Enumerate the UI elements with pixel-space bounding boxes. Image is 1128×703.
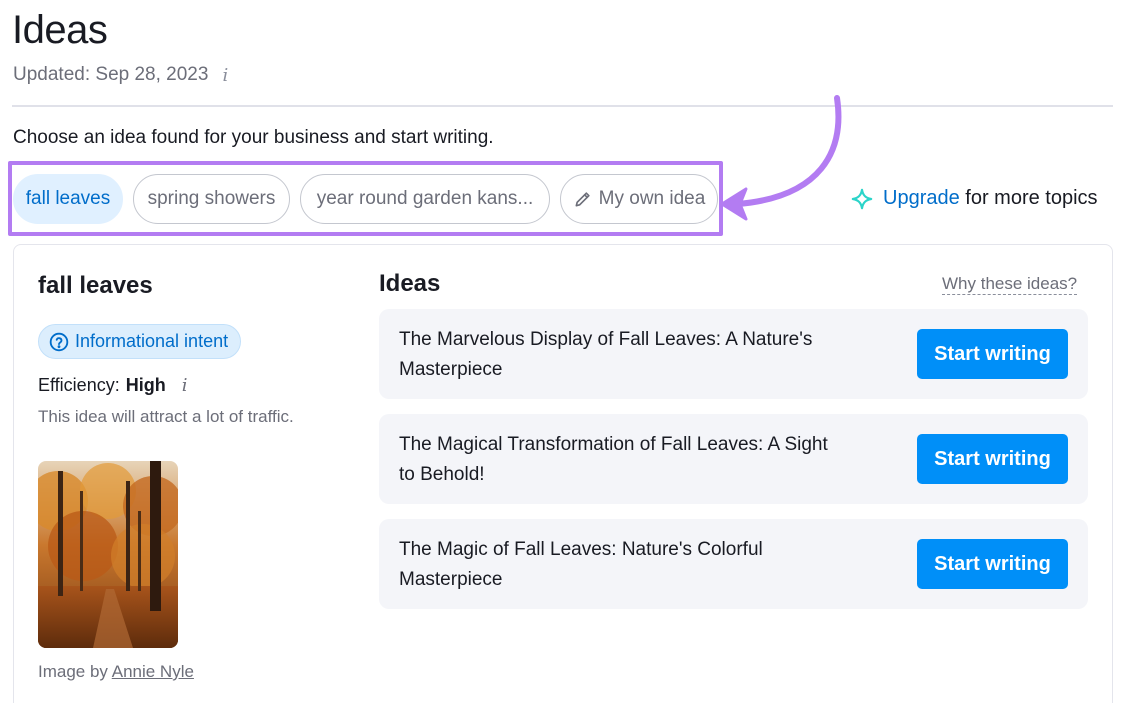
tab-year-round-garden[interactable]: year round garden kans...: [300, 174, 550, 224]
efficiency-description: This idea will attract a lot of traffic.: [38, 407, 294, 426]
idea-text: The Magical Transformation of Fall Leave…: [399, 434, 828, 485]
tab-label: spring showers: [147, 188, 276, 209]
topic-image: [38, 461, 178, 648]
start-writing-button[interactable]: Start writing: [917, 434, 1068, 484]
page-subtitle: Choose an idea found for your business a…: [13, 127, 494, 148]
tab-label: year round garden kans...: [316, 188, 534, 209]
intent-badge: Informational intent: [38, 324, 242, 359]
question-circle-icon: [49, 332, 69, 351]
ideas-title: Ideas: [379, 270, 441, 297]
page-title: Ideas: [12, 8, 108, 52]
intent-label: Informational intent: [75, 331, 229, 351]
divider: [12, 105, 1113, 107]
pencil-icon: [575, 192, 590, 207]
info-icon[interactable]: i: [222, 65, 228, 86]
idea-text: The Marvelous Display of Fall Leaves: A …: [399, 329, 813, 380]
idea-text: The Magic of Fall Leaves: Nature's Color…: [399, 539, 763, 590]
sparkle-icon: [851, 188, 873, 209]
updated-date: Updated: Sep 28, 2023 i: [13, 64, 228, 86]
tab-fall-leaves[interactable]: fall leaves: [13, 174, 123, 224]
upgrade-prompt: Upgrade for more topics: [851, 187, 1098, 210]
image-credit: Image by Annie Nyle: [38, 662, 194, 682]
tab-label: fall leaves: [25, 188, 111, 209]
upgrade-link[interactable]: Upgrade: [883, 187, 960, 209]
annotation-arrow: [720, 95, 842, 221]
tab-spring-showers[interactable]: spring showers: [133, 174, 290, 224]
why-these-ideas-link[interactable]: Why these ideas?: [942, 274, 1078, 295]
efficiency-value: High: [125, 375, 166, 395]
start-writing-button[interactable]: Start writing: [917, 329, 1068, 379]
idea-item: The Marvelous Display of Fall Leaves: A …: [379, 309, 1088, 399]
topic-name: fall leaves: [38, 272, 153, 299]
tab-label: My own idea: [598, 188, 706, 209]
idea-item: The Magic of Fall Leaves: Nature's Color…: [379, 519, 1088, 609]
upgrade-suffix: for more topics: [965, 187, 1098, 209]
efficiency-row: Efficiency: High i: [38, 375, 187, 396]
image-author-link[interactable]: Annie Nyle: [112, 662, 194, 681]
start-writing-button[interactable]: Start writing: [917, 539, 1068, 589]
updated-text: Updated: Sep 28, 2023: [13, 64, 209, 85]
info-icon[interactable]: i: [182, 375, 188, 396]
autumn-forest-image: [38, 461, 178, 648]
image-credit-prefix: Image by: [38, 662, 108, 681]
tab-my-own-idea[interactable]: My own idea: [560, 174, 718, 224]
idea-item: The Magical Transformation of Fall Leave…: [379, 414, 1088, 504]
efficiency-label: Efficiency:: [38, 375, 120, 395]
